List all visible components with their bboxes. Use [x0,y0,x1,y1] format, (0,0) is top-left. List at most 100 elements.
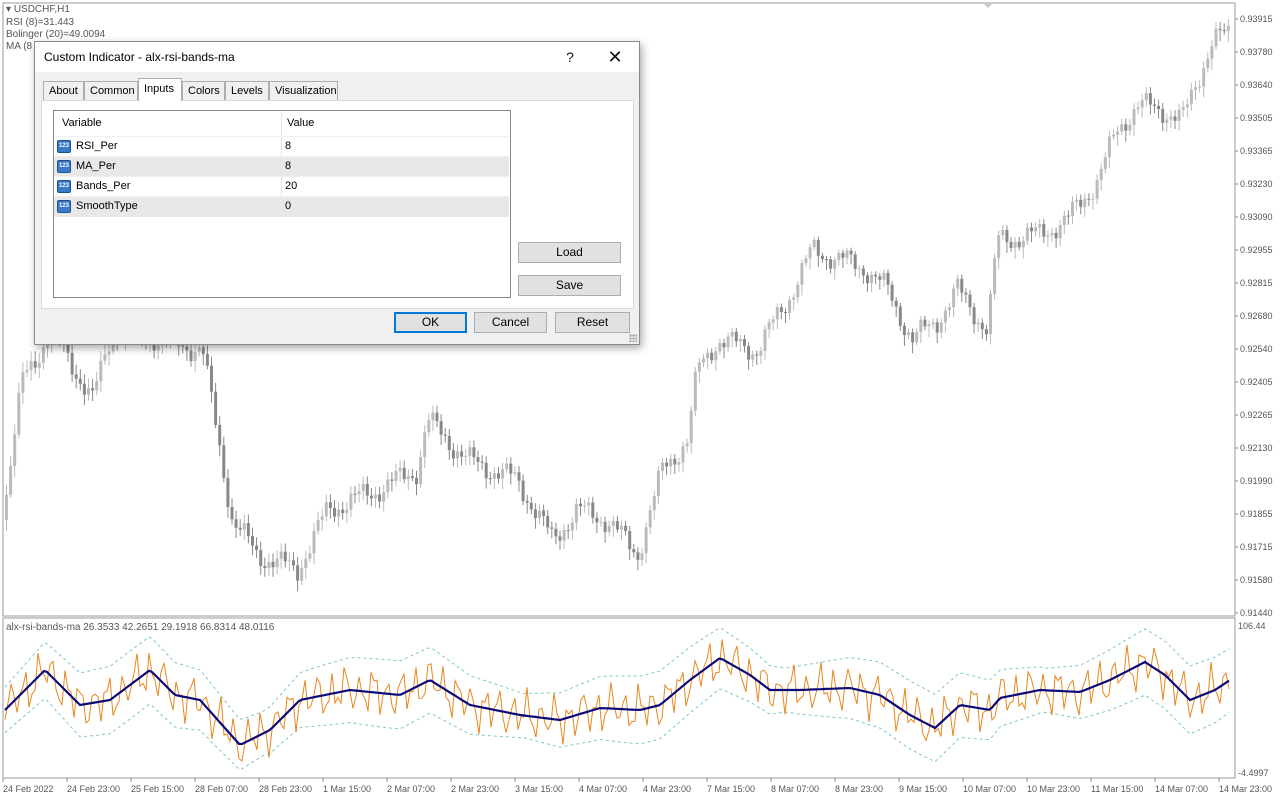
candle-body [1013,241,1017,248]
indicator-label: alx-rsi-bands-ma 26.3533 42.2651 29.1918… [6,622,275,633]
param-value[interactable]: 20 [285,180,297,192]
param-value[interactable]: 8 [285,140,291,152]
candle-body [525,500,529,503]
time-label: 1 Mar 15:00 [323,784,371,794]
candle-body [533,509,537,519]
candle-body [1021,240,1025,248]
param-value[interactable]: 8 [285,160,291,172]
candle-body [33,361,37,368]
param-row[interactable]: 123 RSI_Per 8 [54,136,509,157]
tab-colors[interactable]: Colors [182,81,225,100]
candle-body [1046,235,1050,237]
candle-body [956,278,960,289]
candle-body [439,421,443,435]
load-button[interactable]: Load [518,242,621,263]
param-name: RSI_Per [76,140,118,152]
candle-body [738,339,742,342]
candle-body [1136,107,1140,110]
candle-body [226,477,230,508]
candle-body [1206,58,1210,69]
candle-body [796,284,800,298]
candle-body [1157,105,1161,110]
ok-button[interactable]: OK [394,312,467,333]
time-label: 3 Mar 15:00 [515,784,563,794]
candle-body [661,462,664,471]
candle-body [513,472,517,474]
tab-levels[interactable]: Levels [225,81,269,100]
candle-body [648,510,652,528]
price-label: 0.93640 [1240,80,1273,90]
candle-body [743,339,746,347]
column-variable[interactable]: Variable [62,117,102,129]
candle-body [304,558,308,569]
candle-body [1202,68,1206,87]
candle-body [189,350,193,362]
resize-grip-icon[interactable] [629,334,637,342]
candle-body [1198,86,1202,88]
candle-body [21,372,25,393]
candle-body [1030,227,1033,232]
time-label: 8 Mar 23:00 [835,784,883,794]
candle-body [640,553,644,560]
candle-body [1079,199,1083,207]
candle-body [948,307,951,311]
candle-body [419,457,423,485]
candle-body [656,470,660,497]
candle-body [759,350,763,356]
candle-body [205,354,209,366]
candle-body [337,509,341,517]
tab-about[interactable]: About [43,81,84,100]
candle-body [279,551,283,559]
price-label: 0.92130 [1240,443,1273,453]
candle-body [82,383,86,395]
save-button[interactable]: Save [518,275,621,296]
candle-body [1124,124,1128,131]
cancel-button[interactable]: Cancel [474,312,547,333]
candle-body [484,462,488,479]
candle-body [410,476,414,478]
candle-body [107,351,111,355]
candle-body [976,322,980,325]
candle-body [1050,232,1054,236]
candle-body [1034,227,1038,232]
symbol-timeframe: ▾ USDCHF,H1 [6,4,70,15]
candle-body [312,530,316,554]
candle-body [702,358,705,363]
candle-body [923,319,927,327]
candle-body [1058,225,1062,239]
tab-visualization[interactable]: Visualization [269,81,338,100]
candle-body [1169,116,1173,120]
param-value[interactable]: 0 [285,200,291,212]
reset-button[interactable]: Reset [555,312,630,333]
column-value[interactable]: Value [287,117,314,129]
candle-body [1091,198,1095,200]
close-icon[interactable]: ✕ [601,46,629,68]
candle-body [185,346,189,351]
candle-body [673,458,677,465]
candle-body [579,503,582,507]
candle-body [451,450,455,459]
dialog-titlebar[interactable]: Custom Indicator - alx-rsi-bands-ma ? ✕ [35,42,639,72]
collapse-triangle-icon[interactable]: ▾ [6,4,14,15]
tab-common[interactable]: Common [84,81,138,100]
candle-body [390,479,394,481]
candle-body [464,455,468,457]
param-row[interactable]: 123 SmoothType 0 [54,196,509,217]
candle-body [599,521,603,523]
candle-body [193,351,197,362]
candle-body [25,370,29,373]
candle-body [259,549,263,567]
candle-body [1165,119,1169,123]
candle-body [1194,87,1197,90]
candle-body [460,451,464,457]
tab-inputs[interactable]: Inputs [138,78,182,101]
inputs-grid[interactable]: Variable Value 123 RSI_Per 8 123 MA_Per … [53,110,511,298]
param-row[interactable]: 123 Bands_Per 20 [54,176,509,197]
candle-body [767,322,771,330]
param-row[interactable]: 123 MA_Per 8 [54,156,509,177]
candle-body [328,502,332,508]
candle-body [771,319,775,323]
candle-body [357,490,361,495]
candle-body [1116,131,1120,135]
help-button[interactable]: ? [556,46,584,68]
